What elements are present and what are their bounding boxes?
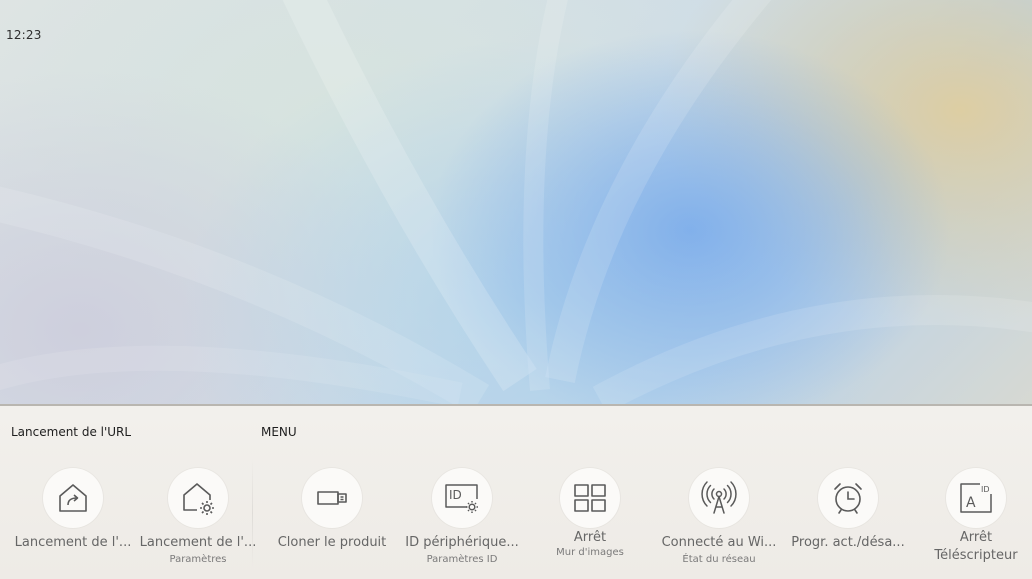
svg-text:ID: ID [449,488,462,502]
tile-title: Lancement de l'... [14,535,132,550]
svg-text:ID: ID [981,485,990,494]
url-launcher-section-label: Lancement de l'URL [11,425,132,439]
tile-subtitle: Téléscripteur [934,548,1018,563]
tile-title: Cloner le produit [277,535,387,550]
tile-subtitle: Paramètres [169,554,227,565]
alarm-clock-icon [818,468,878,528]
home-screen: 12:23 Lancement de l'URL MENU Lancement … [0,0,1032,579]
tile-subtitle: Paramètres ID [426,554,498,565]
video-wall-icon [560,468,620,528]
tile-ticker[interactable]: ID A Arrêt Téléscripteur [912,468,1032,563]
tile-device-id[interactable]: ID ID périphérique... Paramètres ID [398,468,526,565]
menu-section-label: MENU [261,425,297,439]
device-id-settings-icon: ID [432,468,492,528]
ticker-id-icon: ID A [946,468,1006,528]
svg-text:A: A [966,495,976,511]
tile-title: Lancement de l'... [139,535,257,550]
tile-title: Arrêt [573,530,607,545]
tile-subtitle: Mur d'images [556,547,624,558]
tile-title: Arrêt [959,530,993,545]
home-settings-icon [168,468,228,528]
bottom-menu-panel: Lancement de l'URL MENU Lancement de l'.… [0,404,1032,579]
tile-subtitle: État du réseau [682,554,756,565]
wallpaper-streaks [0,0,1032,405]
tile-network-status[interactable]: Connecté au Wi... État du réseau [655,468,783,565]
tile-url-launcher-settings[interactable]: Lancement de l'... Paramètres [134,468,262,565]
clone-device-icon [302,468,362,528]
tile-title: ID périphérique... [405,535,519,550]
home-launch-icon [43,468,103,528]
tile-video-wall[interactable]: Arrêt Mur d'images [526,468,654,558]
tile-title: Progr. act./désa... [791,535,905,550]
tile-title: Connecté au Wi... [661,535,777,550]
clock: 12:23 [6,28,42,42]
wifi-broadcast-icon [689,468,749,528]
tile-on-off-timer[interactable]: Progr. act./désa... [784,468,912,554]
tile-clone-product[interactable]: Cloner le produit [268,468,396,554]
tile-url-launcher[interactable]: Lancement de l'... [9,468,137,554]
